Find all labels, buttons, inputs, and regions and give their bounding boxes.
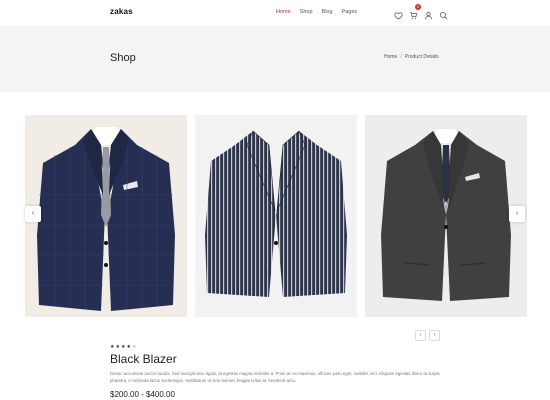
site-header: zakas Home Shop Blog Pages 0 — [0, 0, 550, 26]
star-icon: ★ — [120, 344, 126, 350]
nav-item-blog[interactable]: Blog — [322, 9, 333, 15]
product-name: Black Blazer — [110, 352, 177, 366]
nav-item-pages[interactable]: Pages — [342, 9, 358, 15]
product-rating: ★ ★ ★ ★ ★ — [110, 344, 136, 350]
breadcrumb-home[interactable]: Home — [384, 54, 397, 60]
star-icon: ★ — [110, 344, 115, 350]
product-price: $200.00 - $400.00 — [110, 390, 175, 399]
nav-item-shop[interactable]: Shop — [300, 9, 313, 15]
page-title-band — [0, 26, 550, 92]
star-icon: ★ — [115, 344, 120, 350]
thumbnail-next-button[interactable]: › — [429, 330, 440, 341]
breadcrumb: Home / Product Details — [384, 54, 439, 60]
gallery-next-button[interactable]: › — [509, 206, 525, 222]
breadcrumb-current: Product Details — [404, 54, 439, 60]
product-image-3[interactable] — [365, 115, 527, 317]
product-description: Donec accumsan auctor iaculis. Sed susci… — [110, 371, 440, 383]
product-image-1[interactable] — [25, 115, 187, 317]
header-actions: 0 — [394, 4, 448, 20]
breadcrumb-separator: / — [400, 54, 402, 60]
cart-icon[interactable]: 0 — [409, 4, 421, 19]
main-nav: Home Shop Blog Pages — [276, 9, 357, 15]
star-icon: ★ — [126, 344, 131, 350]
thumbnail-prev-button[interactable]: ‹ — [415, 330, 426, 341]
site-logo[interactable]: zakas — [110, 7, 133, 16]
search-icon[interactable] — [439, 7, 448, 20]
nav-item-home[interactable]: Home — [276, 9, 291, 15]
gallery-prev-button[interactable]: ‹ — [25, 206, 41, 222]
user-icon[interactable] — [424, 7, 433, 20]
page-title: Shop — [110, 52, 136, 64]
star-empty-icon: ★ — [131, 344, 137, 350]
cart-count-badge: 0 — [415, 4, 421, 10]
product-image-2[interactable] — [195, 115, 357, 317]
heart-icon[interactable] — [394, 7, 403, 20]
